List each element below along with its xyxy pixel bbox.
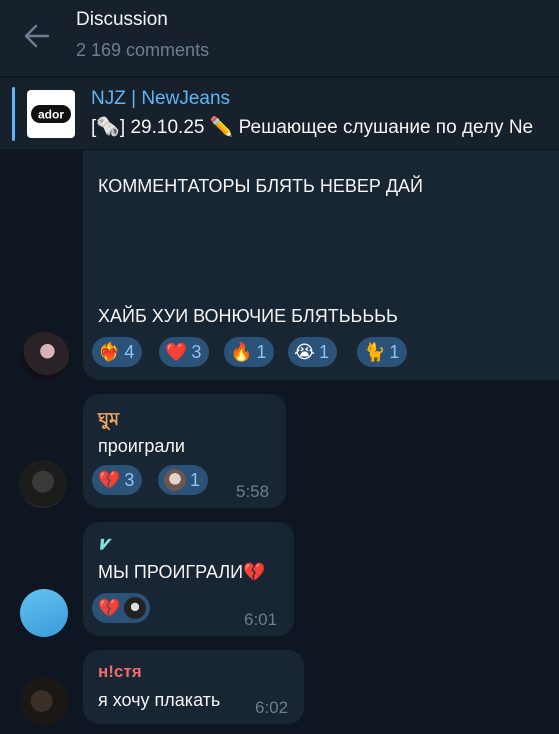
chat-title: Discussion [76,9,168,30]
pinned-preview-text: [🗞️] 29.10.25 ✏️ Решающее слушание по де… [91,117,534,138]
reaction-crying[interactable]: 😭 1 [288,337,338,367]
avatar [164,469,186,491]
message-time: 6:01 [244,610,278,629]
message-bubble[interactable]: 𝝂 МЫ ПРОИГРАЛИ💔 💔 6:01 [83,522,294,636]
message-text: МЫ ПРОИГРАЛИ💔 [98,562,266,582]
avatar[interactable] [21,332,69,380]
reaction-heart-fire[interactable]: ❤️‍🔥 4 [92,337,143,367]
pinned-accent-bar [12,87,15,141]
author-name[interactable]: ঘুম [98,405,119,436]
svg-text:ador: ador [38,108,64,122]
channel-logo: ador [27,90,75,138]
reaction-count: 1 [319,341,330,362]
pinned-channel-name: NJZ | NewJeans [91,88,231,109]
message-text-line: ХАЙБ ХУИ ВОНЮЧИЕ БЛЯТЬЬЬЬЬ [98,306,398,326]
cat-icon: 🐈 [363,342,386,362]
reaction-count: 4 [124,341,135,362]
message-time: 5:58 [236,482,270,501]
reaction-fire[interactable]: 🔥 1 [224,337,275,367]
avatar [124,597,147,619]
author-name[interactable]: 𝝂 [98,533,108,554]
reaction-count: 1 [256,341,267,362]
crying-face-icon: 😭 [294,342,316,362]
broken-heart-icon: 💔 [98,598,121,618]
author-name[interactable]: н!стя [98,662,142,682]
message-bubble[interactable]: КОММЕНТАТОРЫ БЛЯТЬ НЕВЕР ДАЙ ХАЙБ ХУИ ВО… [83,150,559,380]
fire-icon: 🔥 [230,342,253,362]
heart-fire-icon: ❤️‍🔥 [98,342,121,362]
message-text: я хочу плакать [98,690,221,710]
comments-count: 2 169 comments [76,40,210,60]
avatar[interactable] [20,589,68,637]
reaction-broken-heart[interactable]: 💔 [92,593,151,623]
reaction-count: 3 [124,469,135,490]
heart-icon: ❤️ [165,342,188,362]
reaction-broken-heart[interactable]: 💔 3 [92,465,143,495]
back-arrow-icon[interactable] [22,22,52,50]
reaction-heart[interactable]: ❤️ 3 [159,337,210,367]
message-bubble[interactable]: н!стя я хочу плакать 6:02 [83,650,304,724]
reaction-custom-avatar[interactable]: 1 [158,465,209,495]
reaction-cat[interactable]: 🐈 1 [357,337,408,367]
broken-heart-icon: 💔 [98,470,121,490]
message-text-line: КОММЕНТАТОРЫ БЛЯТЬ НЕВЕР ДАЙ [98,176,423,196]
avatar[interactable] [19,460,67,508]
message-text: проиграли [98,436,185,456]
reaction-count: 1 [389,341,400,362]
reaction-count: 1 [190,469,201,490]
avatar[interactable] [20,677,68,725]
pinned-post[interactable]: ador NJZ | NewJeans [🗞️] 29.10.25 ✏️ Реш… [0,77,559,149]
reaction-count: 3 [191,341,202,362]
message-bubble[interactable]: ঘুম проиграли 💔 3 1 5:58 [83,394,286,508]
message-time: 6:02 [255,698,289,717]
chat-header: Discussion 2 169 comments [0,0,559,76]
